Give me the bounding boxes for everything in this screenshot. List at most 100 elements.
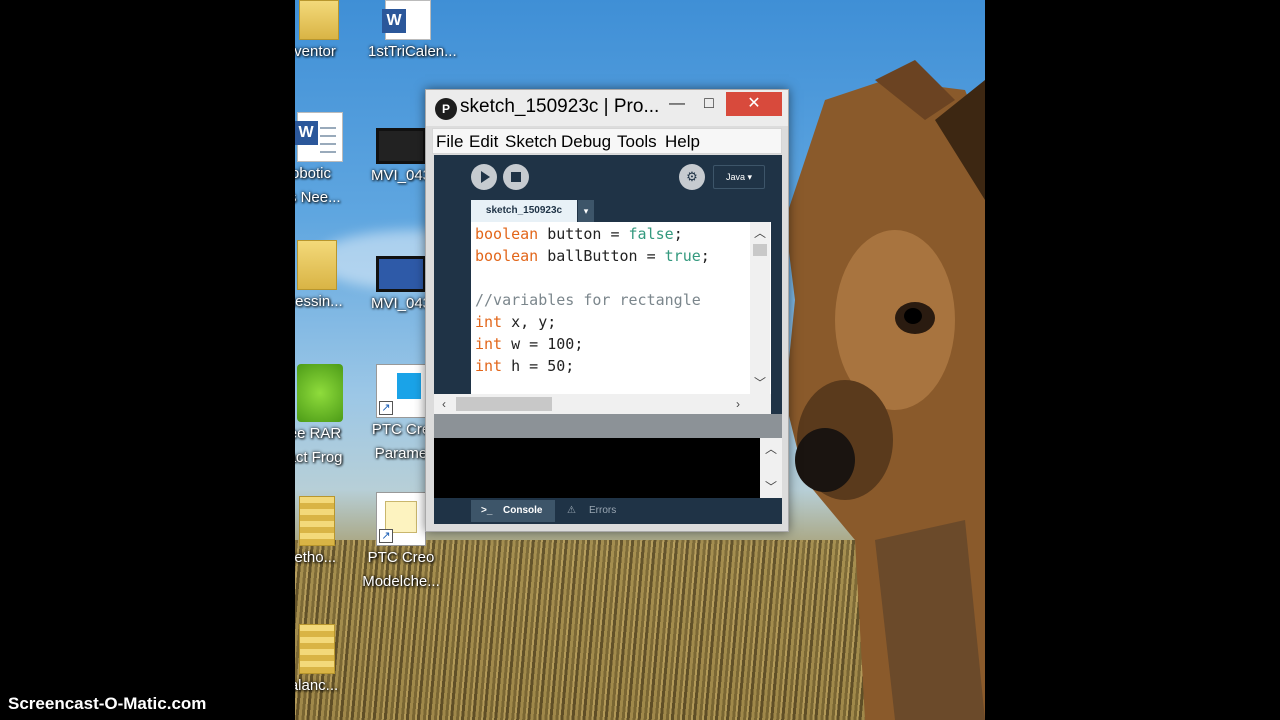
ptc-creo-icon: ↗ xyxy=(376,364,426,418)
line-number: 4 xyxy=(462,299,468,309)
desktop-icon-label: ss Nee... xyxy=(295,189,341,206)
zip-folder-icon xyxy=(299,624,335,674)
rar-extractor-icon xyxy=(297,364,343,422)
scroll-right-icon[interactable]: › xyxy=(730,397,746,411)
literal: true xyxy=(664,247,701,265)
console-tab-label: Console xyxy=(503,505,543,516)
literal: false xyxy=(628,225,674,243)
tab-errors[interactable]: ⚠ Errors xyxy=(557,500,629,522)
console-divider[interactable] xyxy=(434,414,782,438)
keyword: boolean xyxy=(475,247,539,265)
code-text: w = 100; xyxy=(502,335,584,353)
menu-help[interactable]: Help xyxy=(665,132,700,152)
code-line: int h = 50; xyxy=(475,357,574,375)
desktop-icon-label: 1stTriCalen... xyxy=(368,43,457,60)
word-document-icon: W xyxy=(295,112,343,162)
desktop-icon-robotic[interactable]: W obotic ss Nee... xyxy=(295,112,351,210)
desktop-icon-label: obotic xyxy=(295,165,332,182)
code-text: ballButton = xyxy=(538,247,665,265)
run-button[interactable] xyxy=(471,164,497,190)
code-text: ; xyxy=(700,247,710,265)
video-file-icon xyxy=(376,256,426,292)
desktop-icon-inventor[interactable]: ventor xyxy=(295,0,355,64)
desktop-icon-label: ventor xyxy=(295,43,336,60)
desktop-icon-calendar[interactable]: W 1stTriCalen... xyxy=(368,0,457,64)
desktop-icon-label: Balanc... xyxy=(295,677,339,694)
tab-sketch[interactable]: sketch_150923c xyxy=(471,200,577,222)
warning-icon: ⚠ xyxy=(567,505,576,516)
minimize-button[interactable]: — xyxy=(662,92,692,116)
app-icon xyxy=(299,0,339,40)
window-title: sketch_150923c | Pro... xyxy=(460,96,660,117)
menu-sketch[interactable]: Sketch xyxy=(505,132,557,152)
editor-vertical-scrollbar[interactable]: ︿ ﹀ xyxy=(750,222,770,394)
scroll-left-icon[interactable]: ‹ xyxy=(436,397,452,411)
desktop-icon-label: act Frog xyxy=(295,449,343,466)
code-line: int w = 100; xyxy=(475,335,583,353)
keyword: int xyxy=(475,313,503,331)
scroll-up-icon[interactable]: ︿ xyxy=(763,440,779,457)
scroll-down-icon[interactable]: ﹀ xyxy=(763,478,779,495)
desktop-icon-balance[interactable]: Balanc... xyxy=(295,624,349,698)
line-number: 1 xyxy=(462,233,468,243)
console-footer: >_ Console ⚠ Errors xyxy=(434,498,782,524)
editor-horizontal-scrollbar[interactable]: ‹ › xyxy=(434,394,771,414)
code-line: boolean button = false; xyxy=(475,225,683,243)
keyword: int xyxy=(475,357,503,375)
menu-bar: File Edit Sketch Debug Tools Help xyxy=(432,128,782,154)
line-number: 6 xyxy=(462,343,468,353)
keyword: int xyxy=(475,335,503,353)
video-file-icon xyxy=(376,128,426,164)
ptc-modelcheck-icon: ↗ xyxy=(376,492,426,546)
code-line: //variables for rectangle xyxy=(475,291,701,309)
errors-tab-label: Errors xyxy=(589,505,617,516)
tab-menu-button[interactable]: ▾ xyxy=(578,200,594,222)
scroll-down-icon[interactable]: ﹀ xyxy=(752,374,768,391)
desktop-icon-free-rar[interactable]: ee RAR act Frog xyxy=(295,364,355,470)
desktop-icon-methods[interactable]: Metho... xyxy=(295,496,349,570)
tab-console[interactable]: >_ Console xyxy=(471,500,555,522)
code-text: ; xyxy=(673,225,683,243)
processing-logo-icon: P xyxy=(435,98,457,120)
close-button[interactable]: ✕ xyxy=(726,92,782,116)
desktop-icon-label: Metho... xyxy=(295,549,337,566)
mode-selector[interactable]: Java ▾ xyxy=(713,165,765,189)
console-scrollbar[interactable]: ︿ ﹀ xyxy=(760,438,782,498)
zip-folder-icon xyxy=(299,496,335,546)
maximize-button[interactable]: □ xyxy=(694,92,724,116)
menu-tools[interactable]: Tools xyxy=(617,132,657,152)
menu-file[interactable]: File xyxy=(436,132,463,152)
code-text: x, y; xyxy=(502,313,557,331)
desktop-icon-label: Modelche... xyxy=(362,573,440,590)
menu-debug[interactable]: Debug xyxy=(561,132,611,152)
tab-bar: sketch_150923c ▾ xyxy=(434,200,782,224)
menu-edit[interactable]: Edit xyxy=(469,132,498,152)
word-document-icon: W xyxy=(382,0,431,40)
window-titlebar[interactable]: P sketch_150923c | Pro... — □ ✕ xyxy=(426,90,788,126)
stop-button[interactable] xyxy=(503,164,529,190)
scrollbar-thumb[interactable] xyxy=(456,397,552,411)
scrollbar-thumb[interactable] xyxy=(753,244,767,256)
code-editor[interactable]: 1 2 3 4 5 6 7 8 boolean button = false; … xyxy=(434,222,771,394)
line-number: 7 xyxy=(462,365,468,375)
code-text: button = xyxy=(538,225,629,243)
code-line: boolean ballButton = true; xyxy=(475,247,710,265)
comment: //variables for rectangle xyxy=(475,291,701,309)
toolbar: ⚙ Java ▾ xyxy=(434,155,782,200)
code-line: int x, y; xyxy=(475,313,556,331)
scroll-up-icon[interactable]: ︿ xyxy=(752,224,768,241)
line-number: 3 xyxy=(462,277,468,287)
line-number: 8 xyxy=(462,387,468,394)
console-output[interactable] xyxy=(434,438,760,498)
desktop-icon-processing[interactable]: ocessin... xyxy=(295,240,351,314)
folder-icon xyxy=(297,240,337,290)
line-number: 5 xyxy=(462,321,468,331)
console-icon: >_ xyxy=(481,505,493,516)
line-number: 2 xyxy=(462,255,468,265)
keyword: boolean xyxy=(475,225,539,243)
desktop-icon-label: ee RAR xyxy=(295,425,342,442)
desktop-icon-label: ocessin... xyxy=(295,293,343,310)
code-text: h = 50; xyxy=(502,357,575,375)
watermark: Screencast-O-Matic.com xyxy=(8,694,207,713)
debugger-button[interactable]: ⚙ xyxy=(679,164,705,190)
